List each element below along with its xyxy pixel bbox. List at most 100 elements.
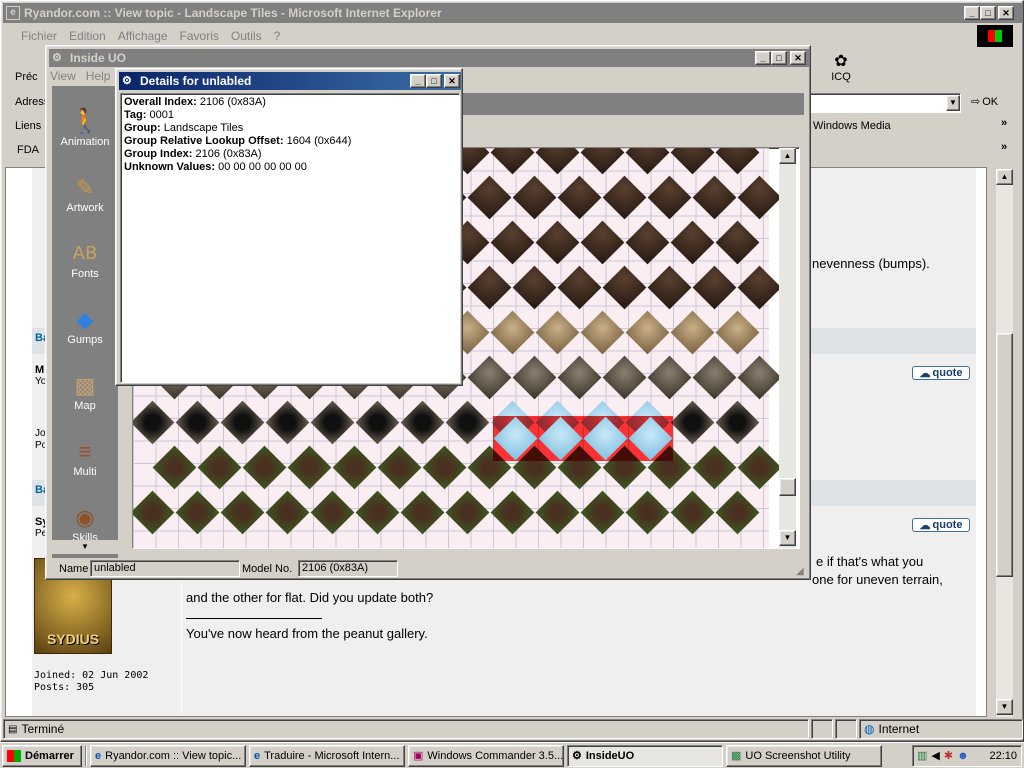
landscape-tile[interactable] [692, 355, 737, 400]
landscape-tile[interactable] [737, 175, 782, 220]
landscape-tile[interactable] [647, 175, 692, 220]
landscape-tile[interactable] [152, 445, 197, 490]
landscape-tile[interactable] [715, 148, 760, 175]
insideuo-minimize-button[interactable]: _ [755, 51, 771, 65]
landscape-tile[interactable] [490, 148, 535, 175]
landscape-tile[interactable] [647, 355, 692, 400]
details-close-button[interactable]: ✕ [444, 74, 460, 88]
taskbar-insideuo[interactable]: ⚙ InsideUO [567, 744, 723, 767]
landscape-tile[interactable] [512, 265, 557, 310]
landscape-tile[interactable] [377, 445, 422, 490]
landscape-tile[interactable] [692, 265, 737, 310]
landscape-tile[interactable] [490, 310, 535, 355]
landscape-tile[interactable] [445, 400, 490, 445]
resize-grip-icon[interactable]: ◢ [796, 566, 804, 577]
landscape-tile[interactable] [580, 220, 625, 265]
menu-edition[interactable]: Edition [63, 29, 112, 43]
tray-network-icon[interactable]: ✱ [944, 749, 953, 762]
insideuo-title-bar[interactable]: ⚙ Inside UO [49, 49, 809, 67]
details-minimize-button[interactable]: _ [410, 74, 426, 88]
landscape-tile[interactable] [557, 355, 602, 400]
taskbar-ryandor[interactable]: e Ryandor.com :: View topic... [90, 744, 246, 767]
landscape-tile[interactable] [467, 355, 512, 400]
landscape-tile[interactable] [625, 310, 670, 355]
landscape-tile[interactable] [175, 490, 220, 535]
landscape-tile[interactable] [602, 355, 647, 400]
icq-button[interactable]: ✿ ICQ [827, 53, 855, 83]
landscape-tile[interactable] [467, 265, 512, 310]
landscape-tile[interactable] [220, 490, 265, 535]
landscape-tile[interactable] [670, 400, 715, 445]
insideuo-close-button[interactable]: ✕ [790, 51, 806, 65]
landscape-tile[interactable] [512, 175, 557, 220]
landscape-tile[interactable] [242, 445, 287, 490]
landscape-tile[interactable] [512, 355, 557, 400]
landscape-tile[interactable] [310, 490, 355, 535]
tile-scrollbar[interactable]: ▲ ▼ [779, 148, 796, 548]
go-button[interactable]: ⇨ OK [971, 95, 998, 109]
landscape-tile[interactable] [670, 148, 715, 175]
ie-scrollbar[interactable]: ▲ ▼ [996, 169, 1013, 717]
landscape-tile[interactable] [602, 265, 647, 310]
landscape-tile[interactable] [175, 400, 220, 445]
scroll-down-button[interactable]: ▼ [996, 699, 1013, 715]
links-chevron-icon[interactable]: » [1001, 117, 1007, 129]
ie-close-button[interactable]: ✕ [998, 6, 1014, 20]
landscape-tile[interactable] [625, 148, 670, 175]
landscape-tile[interactable] [557, 265, 602, 310]
windows-media-link[interactable]: Windows Media [813, 120, 891, 132]
landscape-tile[interactable] [557, 175, 602, 220]
scroll-up-button[interactable]: ▲ [996, 169, 1013, 185]
menu-outils[interactable]: Outils [225, 29, 268, 43]
quote-button[interactable]: ☁ quote [912, 518, 970, 532]
landscape-tile[interactable] [133, 490, 175, 535]
landscape-tile[interactable] [265, 400, 310, 445]
landscape-tile[interactable] [692, 175, 737, 220]
sidebar-gumps[interactable]: ◆ Gumps [55, 286, 115, 350]
landscape-tile[interactable] [422, 445, 467, 490]
quote-button[interactable]: ☁ quote [912, 366, 970, 380]
landscape-tile[interactable] [445, 490, 490, 535]
landscape-tile[interactable] [400, 400, 445, 445]
landscape-tile[interactable] [670, 220, 715, 265]
sidebar-scroll-down-icon[interactable]: ▼ [52, 540, 118, 554]
menu-help[interactable]: ? [268, 29, 287, 43]
fda-chevron-icon[interactable]: » [1001, 141, 1007, 153]
ie-maximize-button[interactable]: □ [980, 6, 996, 20]
landscape-tile[interactable] [535, 490, 580, 535]
landscape-tile[interactable] [670, 310, 715, 355]
landscape-tile[interactable] [715, 400, 760, 445]
landscape-tile[interactable] [692, 445, 737, 490]
details-maximize-button[interactable]: □ [426, 74, 442, 88]
landscape-tile[interactable] [220, 400, 265, 445]
landscape-tile[interactable] [400, 490, 445, 535]
sidebar-map[interactable]: ▩ Map [55, 352, 115, 416]
model-field[interactable]: 2106 (0x83A) [298, 560, 398, 577]
sidebar-skills[interactable]: ◉ Skills [55, 484, 115, 548]
landscape-tile[interactable] [265, 490, 310, 535]
landscape-tile[interactable] [670, 490, 715, 535]
landscape-tile[interactable] [535, 310, 580, 355]
taskbar-traduire[interactable]: e Traduire - Microsoft Intern... [249, 744, 405, 767]
landscape-tile[interactable] [580, 148, 625, 175]
sidebar-fonts[interactable]: ꓮꓐ Fonts [55, 220, 115, 284]
insideuo-maximize-button[interactable]: □ [771, 51, 787, 65]
landscape-tile[interactable] [287, 445, 332, 490]
landscape-tile[interactable] [602, 175, 647, 220]
landscape-tile[interactable] [715, 310, 760, 355]
landscape-tile[interactable] [197, 445, 242, 490]
landscape-tile[interactable] [490, 490, 535, 535]
landscape-tile[interactable] [737, 445, 782, 490]
taskbar-windows-commander[interactable]: ▣ Windows Commander 3.5... [408, 744, 564, 767]
ie-minimize-button[interactable]: _ [964, 6, 980, 20]
tray-user-icon[interactable]: ☻ [957, 750, 969, 762]
tray-app-icon[interactable]: ▥ [917, 749, 927, 762]
address-input[interactable] [809, 93, 961, 113]
landscape-tile[interactable] [133, 400, 175, 445]
menu-help[interactable]: Help [86, 69, 111, 83]
scroll-thumb[interactable] [996, 333, 1013, 577]
menu-fichier[interactable]: Fichier [15, 29, 63, 43]
tile-scroll-down-button[interactable]: ▼ [779, 530, 796, 546]
address-dropdown-button[interactable]: ▼ [946, 95, 960, 111]
landscape-tile[interactable] [580, 490, 625, 535]
